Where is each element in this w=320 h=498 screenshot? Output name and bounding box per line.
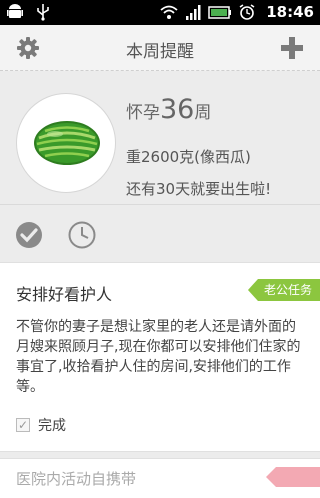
signal-icon [186, 5, 201, 20]
baby-weight: 重2600克(像西瓜) [126, 148, 251, 166]
watermelon-icon [34, 121, 100, 165]
week-number: 36 [160, 94, 195, 125]
status-bar: 18:46 [0, 0, 320, 25]
reminder-card[interactable]: 安排好看护人 老公任务 不管你的妻子是想让家里的老人还是请外面的月嫂来照顾月子,… [0, 262, 320, 452]
header-bar: 本周提醒 [0, 25, 320, 71]
pregnancy-week: 怀孕36周 [126, 94, 212, 125]
next-reminder-title: 医院内活动自携带 [16, 470, 137, 488]
add-reminder-button[interactable] [280, 36, 304, 60]
usb-icon [37, 4, 49, 21]
task-tag: 老公任务 [247, 279, 320, 301]
pregnancy-summary: 怀孕36周 重2600克(像西瓜) 还有30天就要出生啦! [0, 72, 320, 204]
reminder-tabs [0, 205, 320, 260]
android-icon [7, 4, 23, 18]
next-task-tag [266, 467, 320, 487]
wifi-icon [160, 5, 178, 19]
fruit-illustration [16, 93, 116, 193]
battery-icon [208, 6, 232, 19]
status-time: 18:46 [266, 3, 314, 21]
clock-icon[interactable] [68, 221, 96, 249]
done-checkbox[interactable]: ✓ 完成 [16, 415, 66, 435]
alarm-icon [239, 4, 255, 20]
next-reminder-card[interactable]: 医院内活动自携带 [0, 458, 320, 498]
reminder-body: 不管你的妻子是想让家里的老人还是请外面的月嫂来照顾月子,现在你都可以安排他们住家… [16, 319, 301, 395]
checkbox-icon[interactable]: ✓ [16, 418, 30, 432]
days-remaining: 还有30天就要出生啦! [126, 180, 272, 198]
page-title: 本周提醒 [126, 42, 194, 62]
reminder-title: 安排好看护人 [16, 285, 113, 304]
check-circle-icon[interactable] [15, 221, 43, 249]
done-label: 完成 [38, 418, 66, 434]
